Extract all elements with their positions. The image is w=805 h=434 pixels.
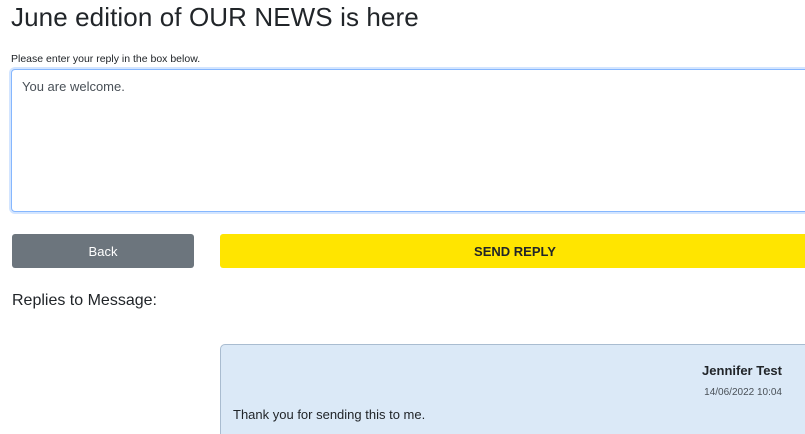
- page-title: June edition of OUR NEWS is here: [11, 2, 419, 32]
- reply-page: June edition of OUR NEWS is here Please …: [0, 0, 805, 434]
- reply-textarea[interactable]: [11, 69, 805, 212]
- reply-author: Jennifer Test: [702, 363, 782, 378]
- reply-instructions: Please enter your reply in the box below…: [11, 53, 201, 65]
- reply-text: Thank you for sending this to me.: [233, 407, 426, 422]
- back-button[interactable]: Back: [12, 234, 194, 268]
- reply-card: Jennifer Test 14/06/2022 10:04 Thank you…: [220, 344, 805, 434]
- reply-timestamp: 14/06/2022 10:04: [704, 387, 782, 398]
- send-reply-button[interactable]: SEND REPLY: [220, 234, 805, 268]
- replies-heading: Replies to Message:: [12, 292, 157, 309]
